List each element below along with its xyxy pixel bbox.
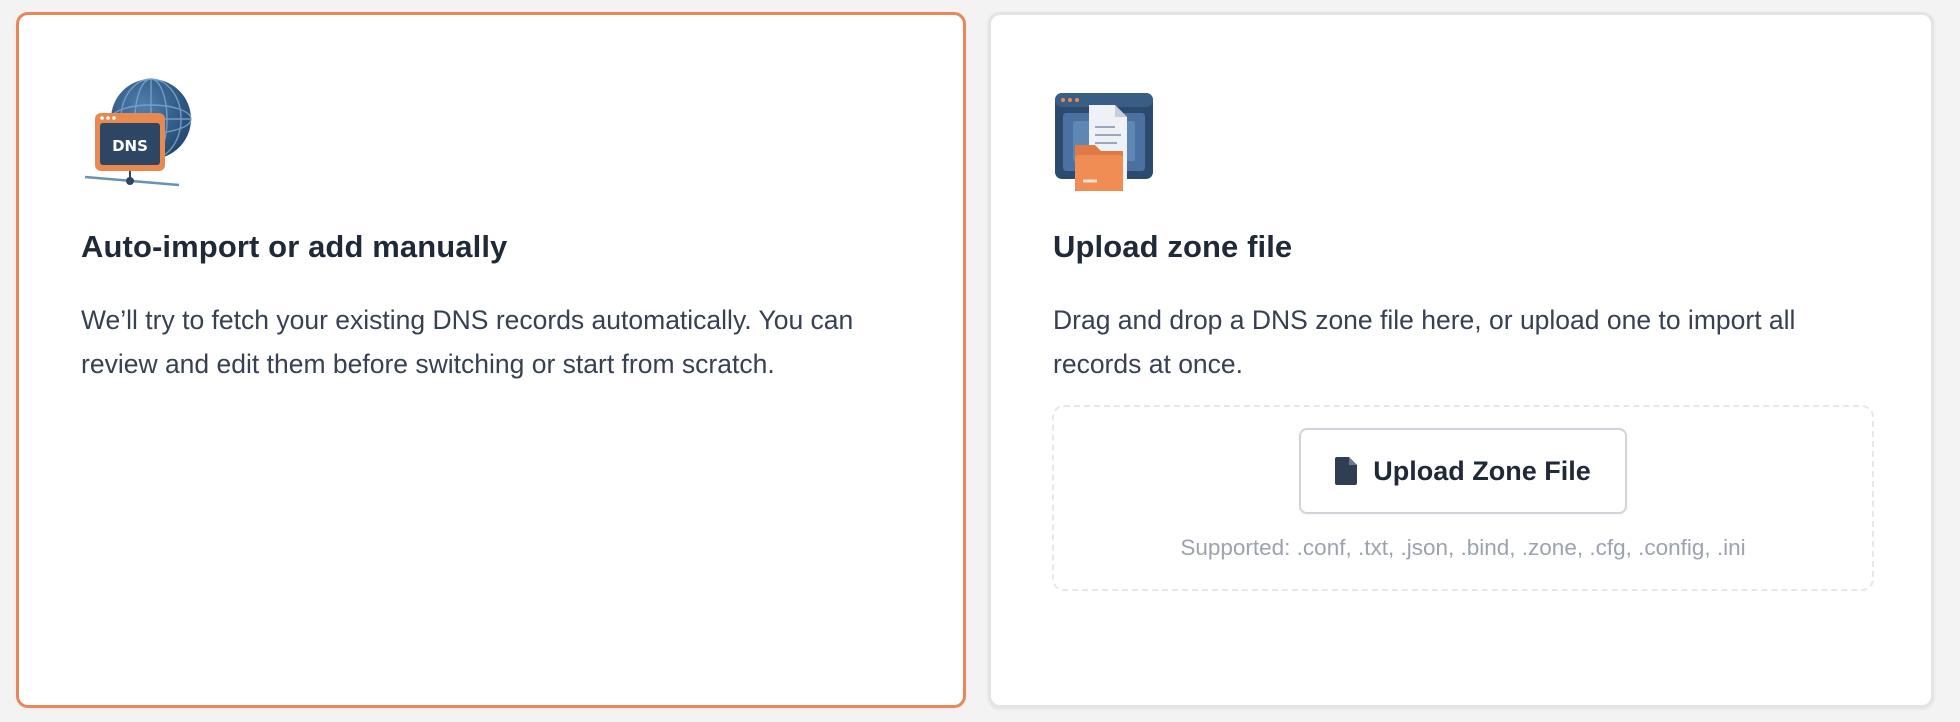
file-icon <box>1335 457 1358 485</box>
upload-button-label: Upload Zone File <box>1373 455 1591 486</box>
auto-import-option-card[interactable]: DNS Auto-import or add manually We’ll tr… <box>16 12 966 708</box>
import-options: DNS Auto-import or add manually We’ll tr… <box>0 0 1960 722</box>
dns-globe-icon: DNS <box>84 78 192 187</box>
upload-zone-file-title: Upload zone file <box>1053 229 1293 264</box>
zone-file-folder-icon <box>1055 93 1153 191</box>
dns-illustration-text: DNS <box>112 137 148 155</box>
upload-zone-file-button[interactable]: Upload Zone File <box>1299 428 1627 514</box>
auto-import-title: Auto-import or add manually <box>81 229 508 264</box>
auto-import-description: We’ll try to fetch your existing DNS rec… <box>81 305 854 379</box>
upload-zone-file-option-card[interactable]: Upload zone file Drag and drop a DNS zon… <box>988 12 1934 708</box>
upload-zone-file-description: Drag and drop a DNS zone file here, or u… <box>1053 305 1796 379</box>
supported-formats-text: Supported: .conf, .txt, .json, .bind, .z… <box>1180 535 1746 560</box>
zone-file-dropzone[interactable]: Upload Zone File Supported: .conf, .txt,… <box>1052 405 1874 591</box>
